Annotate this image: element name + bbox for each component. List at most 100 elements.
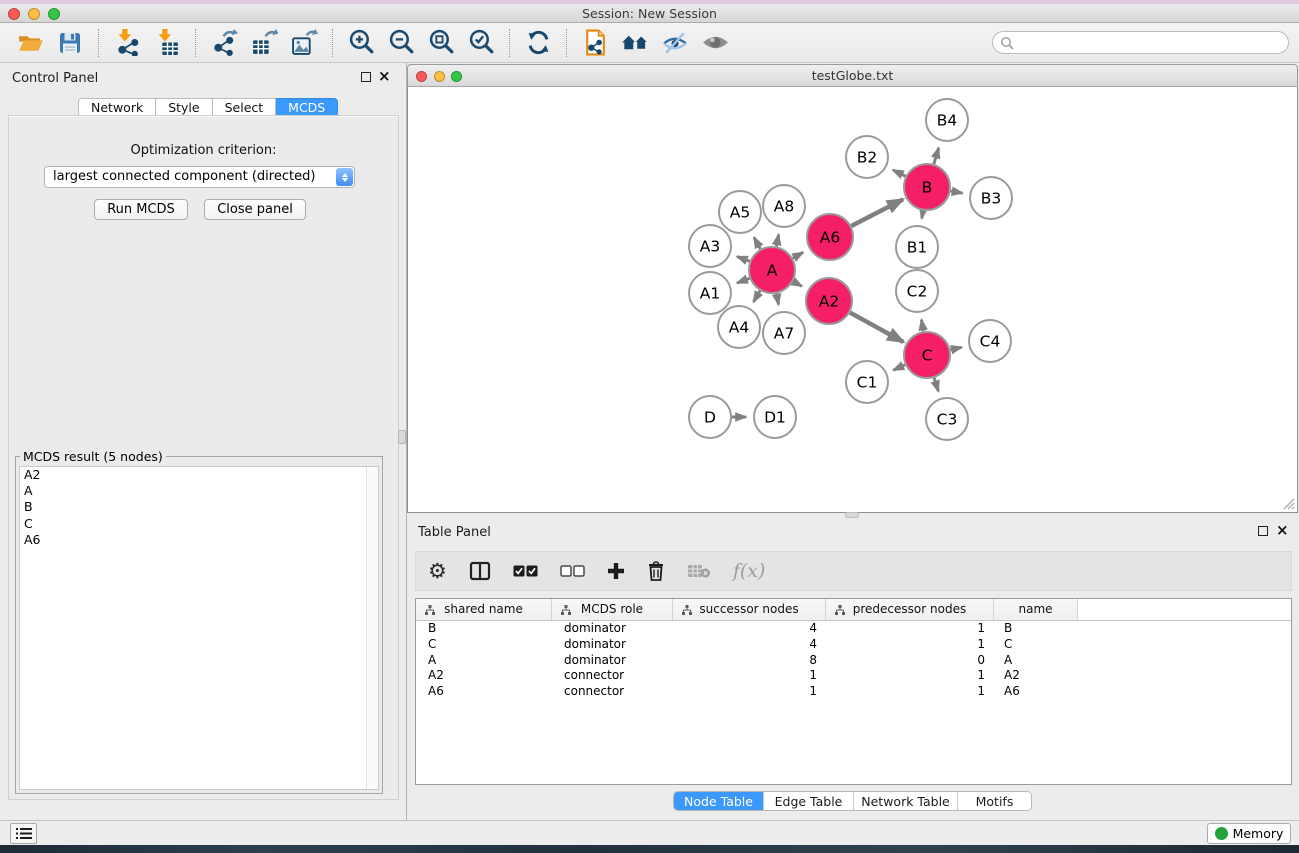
- graph-node-D[interactable]: D: [689, 396, 731, 438]
- graph-node-C4[interactable]: C4: [969, 320, 1011, 362]
- close-panel-icon[interactable]: ×: [378, 70, 391, 82]
- memory-button[interactable]: Memory: [1207, 823, 1291, 844]
- zoom-fit-button[interactable]: [426, 28, 456, 58]
- network-zoom-button[interactable]: [451, 71, 462, 82]
- column-header-successor-nodes[interactable]: successor nodes: [673, 599, 826, 620]
- edge-A-A7[interactable]: [776, 294, 778, 305]
- edge-A-A1[interactable]: [737, 278, 749, 283]
- edge-B-B3[interactable]: [951, 191, 963, 193]
- network-window-titlebar[interactable]: testGlobe.txt: [407, 64, 1298, 87]
- tab-network-table[interactable]: Network Table: [854, 792, 958, 810]
- edge-C-C1[interactable]: [893, 365, 905, 370]
- graph-node-A[interactable]: A: [749, 247, 795, 293]
- graph-node-C3[interactable]: C3: [926, 398, 968, 440]
- cell-predecessor-nodes[interactable]: 0: [826, 653, 994, 669]
- table-row[interactable]: Cdominator41C: [416, 637, 1291, 653]
- graph-node-B3[interactable]: B3: [970, 177, 1012, 219]
- cell-shared-name[interactable]: A2: [416, 668, 552, 684]
- cell-name[interactable]: B: [994, 621, 1078, 637]
- show-all-button[interactable]: [700, 28, 730, 58]
- minimize-window-button[interactable]: [28, 8, 40, 20]
- refresh-button[interactable]: [523, 28, 553, 58]
- table-row[interactable]: Adominator80A: [416, 653, 1291, 669]
- select-all-button[interactable]: [513, 559, 538, 583]
- column-header-name[interactable]: name: [994, 599, 1078, 620]
- import-network-button[interactable]: [112, 28, 142, 58]
- delete-column-button[interactable]: [647, 559, 665, 583]
- cell-predecessor-nodes[interactable]: 1: [826, 621, 994, 637]
- graph-node-A6[interactable]: A6: [807, 214, 853, 260]
- panel-divider-grip[interactable]: [398, 430, 406, 444]
- window-resize-grip[interactable]: [1282, 497, 1295, 510]
- graph-node-B2[interactable]: B2: [846, 136, 888, 178]
- cell-MCDS-role[interactable]: dominator: [552, 621, 673, 637]
- graph-node-C[interactable]: C: [904, 332, 950, 378]
- export-network-button[interactable]: [209, 28, 239, 58]
- result-list-item[interactable]: C: [20, 516, 378, 532]
- column-header-shared-name[interactable]: shared name: [416, 599, 552, 620]
- edge-B-B1[interactable]: [922, 211, 923, 219]
- hide-selected-button[interactable]: [660, 28, 690, 58]
- edge-A-A6[interactable]: [793, 252, 803, 258]
- cell-shared-name[interactable]: A: [416, 653, 552, 669]
- edge-B-B4[interactable]: [934, 148, 939, 164]
- cell-name[interactable]: A2: [994, 668, 1078, 684]
- tab-edge-table[interactable]: Edge Table: [764, 792, 854, 810]
- cell-successor-nodes[interactable]: 8: [673, 653, 826, 669]
- zoom-selected-button[interactable]: [466, 28, 496, 58]
- cell-predecessor-nodes[interactable]: 1: [826, 668, 994, 684]
- network-minimize-button[interactable]: [434, 71, 445, 82]
- cell-name[interactable]: A: [994, 653, 1078, 669]
- network-from-document-button[interactable]: [580, 28, 610, 58]
- close-panel-button[interactable]: Close panel: [204, 199, 306, 220]
- export-image-button[interactable]: [289, 28, 319, 58]
- edge-A-A3[interactable]: [737, 256, 750, 261]
- edge-A-A4[interactable]: [754, 291, 760, 302]
- tab-node-table[interactable]: Node Table: [674, 792, 764, 810]
- column-header-MCDS-role[interactable]: MCDS role: [552, 599, 673, 620]
- edge-A6-B[interactable]: [851, 199, 903, 226]
- table-options-button[interactable]: ⚙: [428, 559, 447, 583]
- edge-A-A5[interactable]: [754, 237, 760, 249]
- task-history-button[interactable]: [10, 823, 37, 844]
- float-panel-icon[interactable]: [361, 72, 371, 82]
- float-table-panel-icon[interactable]: [1258, 526, 1268, 536]
- result-list-item[interactable]: A6: [20, 532, 378, 548]
- save-session-button[interactable]: [55, 28, 85, 58]
- cell-shared-name[interactable]: B: [416, 621, 552, 637]
- cell-MCDS-role[interactable]: dominator: [552, 653, 673, 669]
- graph-node-C2[interactable]: C2: [896, 270, 938, 312]
- graph-node-A1[interactable]: A1: [689, 272, 731, 314]
- import-table-button[interactable]: [152, 28, 182, 58]
- horizontal-divider-grip[interactable]: [845, 512, 859, 518]
- export-table-button[interactable]: [249, 28, 279, 58]
- close-window-button[interactable]: [8, 8, 20, 20]
- cell-successor-nodes[interactable]: 4: [673, 621, 826, 637]
- function-builder-button-disabled[interactable]: f(x): [733, 559, 766, 583]
- mcds-result-list[interactable]: A2ABCA6: [19, 466, 379, 790]
- zoom-in-button[interactable]: [346, 28, 376, 58]
- edge-C-C4[interactable]: [950, 347, 961, 350]
- edge-A-A2[interactable]: [793, 281, 802, 286]
- edge-A-A8[interactable]: [776, 235, 778, 247]
- table-row[interactable]: A6connector11A6: [416, 684, 1291, 700]
- edge-C-C3[interactable]: [934, 378, 938, 391]
- edge-C-C2[interactable]: [921, 320, 923, 332]
- graph-node-B4[interactable]: B4: [926, 99, 968, 141]
- graph-node-B1[interactable]: B1: [896, 226, 938, 268]
- graph-node-A7[interactable]: A7: [763, 312, 805, 354]
- graph-node-D1[interactable]: D1: [754, 396, 796, 438]
- zoom-window-button[interactable]: [48, 8, 60, 20]
- graph-node-A3[interactable]: A3: [689, 225, 731, 267]
- zoom-out-button[interactable]: [386, 28, 416, 58]
- column-header-predecessor-nodes[interactable]: predecessor nodes: [826, 599, 994, 620]
- cell-MCDS-role[interactable]: connector: [552, 668, 673, 684]
- graph-node-B[interactable]: B: [904, 164, 950, 210]
- criterion-select[interactable]: largest connected component (directed): [44, 166, 355, 188]
- graph-node-A2[interactable]: A2: [806, 278, 852, 324]
- search-field[interactable]: [992, 31, 1289, 54]
- cell-predecessor-nodes[interactable]: 1: [826, 637, 994, 653]
- result-list-item[interactable]: A2: [20, 467, 378, 483]
- add-column-button[interactable]: [607, 559, 625, 583]
- cell-name[interactable]: C: [994, 637, 1078, 653]
